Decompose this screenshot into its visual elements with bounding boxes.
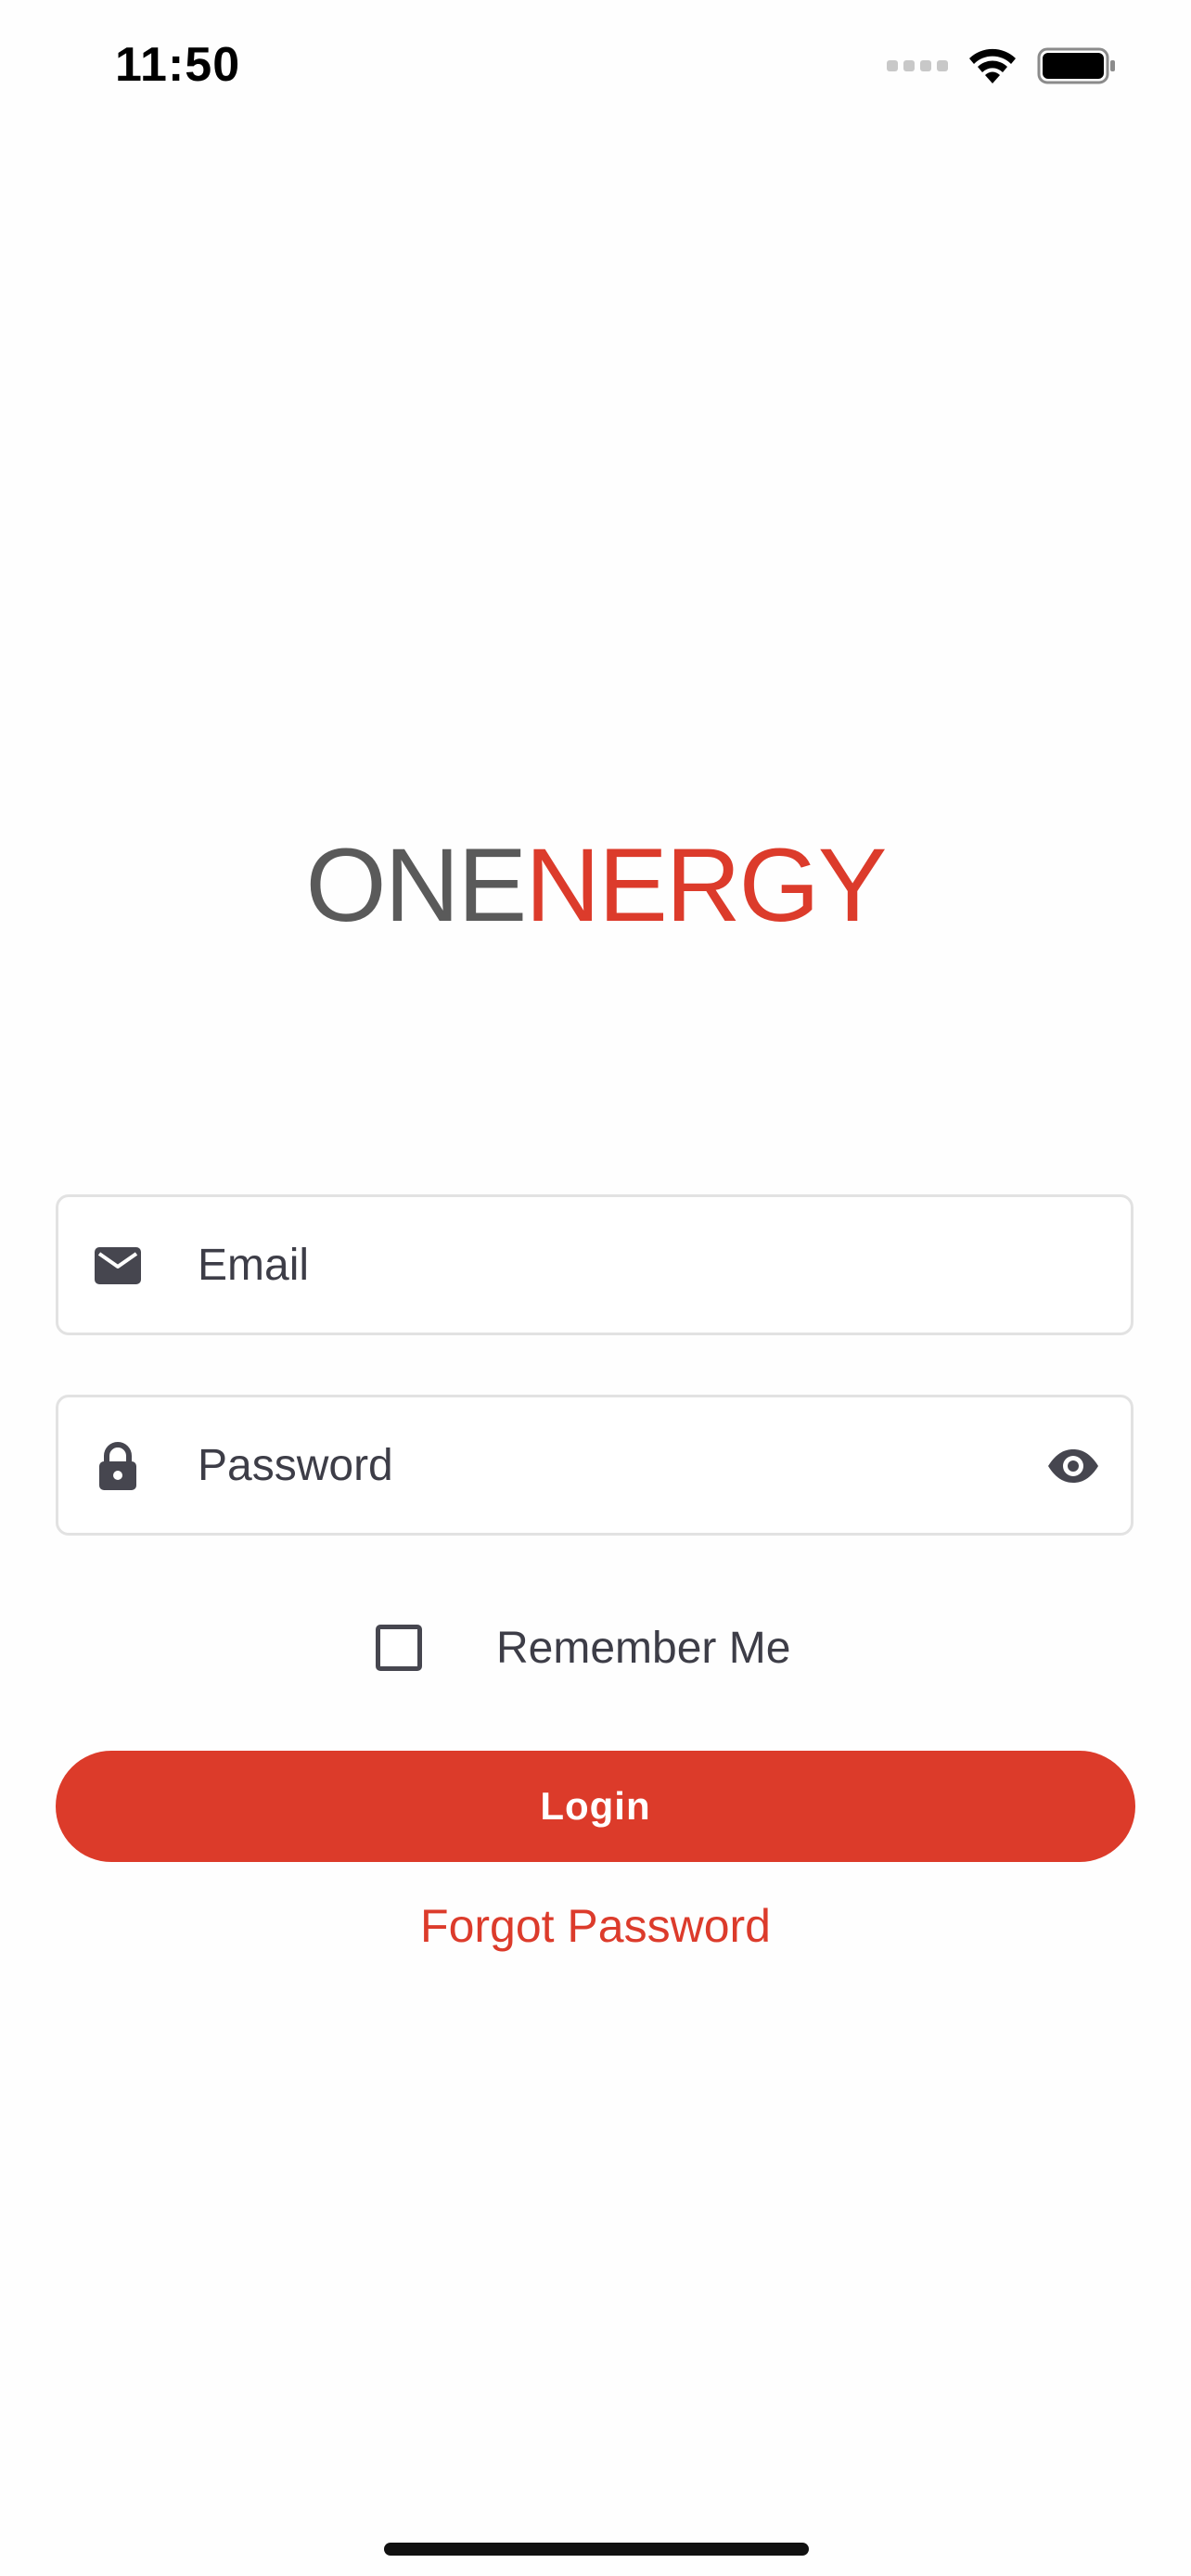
lock-icon (92, 1438, 144, 1494)
email-field[interactable] (56, 1194, 1133, 1335)
logo-part-one: ONE (305, 827, 528, 943)
email-input[interactable] (198, 1197, 1019, 1333)
login-screen: 11:50 ONENERGY Email Remember Me Login F… (0, 0, 1191, 2576)
password-field[interactable] (56, 1395, 1133, 1536)
status-bar: 11:50 (0, 0, 1191, 139)
envelope-icon (92, 1238, 144, 1294)
eye-icon[interactable] (1045, 1440, 1101, 1492)
app-logo: ONENERGY (0, 825, 1191, 946)
remember-me-checkbox[interactable] (376, 1625, 422, 1671)
wifi-icon (969, 48, 1016, 83)
home-indicator[interactable] (384, 2543, 809, 2556)
password-input[interactable] (198, 1397, 1019, 1533)
login-button[interactable]: Login (56, 1751, 1135, 1862)
cellular-signal-icon (887, 60, 948, 71)
remember-me-label: Remember Me (496, 1623, 791, 1673)
status-time: 11:50 (115, 38, 241, 92)
logo-part-two: NERGY (525, 827, 887, 943)
battery-icon (1037, 47, 1115, 84)
status-icons (887, 43, 1117, 89)
remember-me-row[interactable]: Remember Me (376, 1615, 790, 1680)
forgot-password-link[interactable]: Forgot Password (0, 1899, 1191, 1953)
